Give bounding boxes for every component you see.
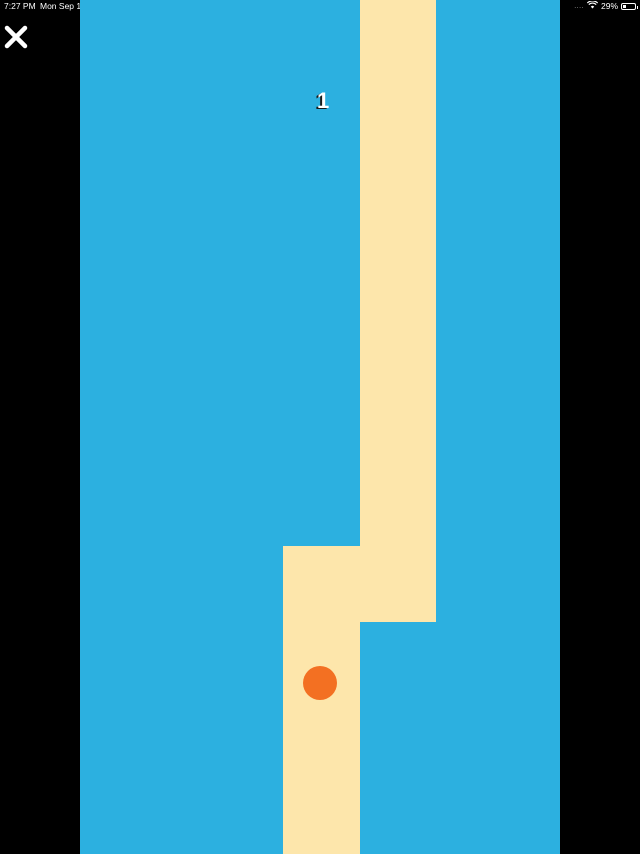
battery-tip bbox=[636, 5, 638, 9]
status-indicators: .... 29% bbox=[574, 0, 638, 13]
player-ball bbox=[303, 666, 337, 700]
close-icon bbox=[4, 25, 28, 49]
path-segment-lower bbox=[283, 546, 360, 854]
battery-percent: 29% bbox=[600, 1, 618, 11]
status-date: Mon Sep 17 bbox=[40, 1, 86, 11]
wifi-icon bbox=[586, 0, 599, 13]
game-area[interactable]: 1 bbox=[80, 0, 560, 854]
signal-indicator: .... bbox=[574, 3, 584, 10]
path-segment-upper bbox=[360, 0, 436, 622]
close-button[interactable] bbox=[4, 25, 28, 49]
score-counter: 1 bbox=[317, 88, 330, 113]
battery-fill bbox=[623, 5, 626, 8]
status-time: 7:27 PM bbox=[4, 1, 36, 11]
battery-icon bbox=[621, 3, 638, 10]
